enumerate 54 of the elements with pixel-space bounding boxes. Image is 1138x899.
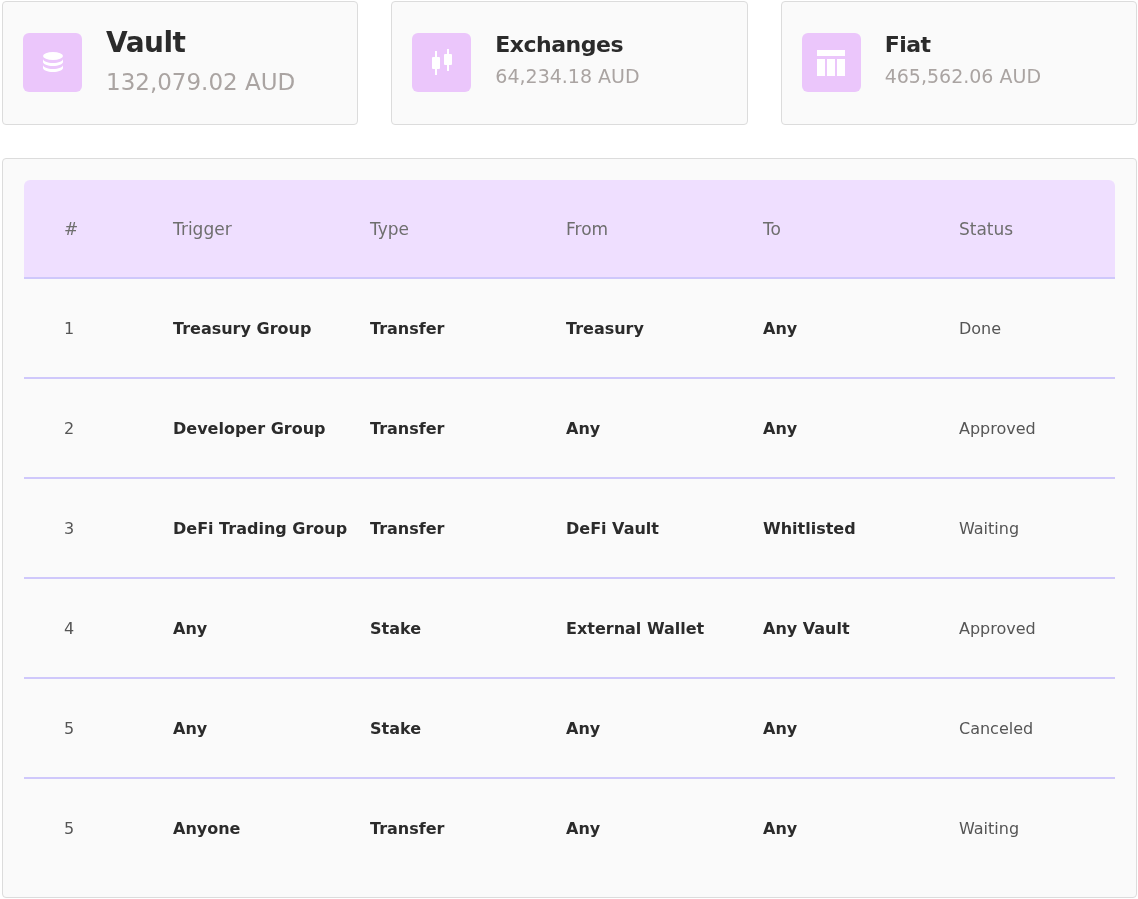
table-cell-text: Transfer bbox=[370, 418, 446, 438]
table-cell-text: 4 bbox=[63, 618, 76, 638]
column-header: To bbox=[763, 218, 782, 239]
table-cell-text: 5 bbox=[63, 718, 76, 738]
table-cell-text: Any bbox=[566, 718, 602, 738]
table-cell-text: Any bbox=[763, 318, 799, 338]
table-cell-text: Transfer bbox=[370, 818, 446, 838]
table-cell-text: Any bbox=[173, 618, 209, 638]
table-cell-text: Canceled bbox=[959, 718, 1035, 738]
table-cell-text: Any bbox=[763, 418, 799, 438]
table-cell-text: Transfer bbox=[370, 518, 446, 538]
table-cell-text: Treasury bbox=[566, 318, 645, 338]
column-header: Trigger bbox=[173, 218, 233, 239]
card-amount: 64,234.18 AUD bbox=[495, 65, 640, 87]
table-cell-text: Any bbox=[566, 418, 602, 438]
summary-card[interactable]: Exchanges 64,234.18 AUD bbox=[391, 1, 748, 125]
card-amount: 465,562.06 AUD bbox=[884, 65, 1042, 87]
column-header: From bbox=[566, 218, 610, 239]
table-cell-text: Any bbox=[173, 718, 209, 738]
card-amount: 132,079.02 AUD bbox=[106, 69, 296, 95]
table-cell-text: 3 bbox=[63, 518, 76, 538]
table-cell-text: DeFi Vault bbox=[566, 518, 660, 538]
table-cell-text: DeFi Trading Group bbox=[173, 518, 349, 538]
table-cell-text: 5 bbox=[63, 818, 76, 838]
table-cell-text: Approved bbox=[959, 418, 1037, 438]
card-title: Vault bbox=[106, 26, 187, 59]
table-cell-text: Done bbox=[959, 318, 1003, 338]
table-cell-text: Any bbox=[763, 818, 799, 838]
table-cell-text: Stake bbox=[370, 618, 423, 638]
table-cell-text: Waiting bbox=[959, 818, 1021, 838]
table-cell-text: 2 bbox=[63, 418, 76, 438]
table-cell-text: Approved bbox=[959, 618, 1037, 638]
table-cell-text: External Wallet bbox=[566, 618, 706, 638]
table-cell-text: Any Vault bbox=[763, 618, 851, 638]
coin-stack-icon bbox=[41, 50, 64, 75]
column-header: Status bbox=[959, 218, 1015, 239]
table-cell-text: Any bbox=[566, 818, 602, 838]
candlestick-icon bbox=[429, 48, 454, 77]
card-title: Fiat bbox=[884, 32, 932, 57]
table-cell-text: Developer Group bbox=[173, 418, 327, 438]
table-cell-text: Anyone bbox=[173, 818, 242, 838]
card-title: Exchanges bbox=[495, 32, 625, 57]
column-header: Type bbox=[370, 218, 411, 239]
table-cell-text: 1 bbox=[63, 318, 76, 338]
summary-card[interactable]: Vault 132,079.02 AUD bbox=[2, 1, 359, 125]
table-icon bbox=[817, 49, 846, 76]
column-header: # bbox=[63, 218, 80, 239]
table-cell-text: Treasury Group bbox=[173, 318, 313, 338]
table-cell-text: Whitlisted bbox=[763, 518, 857, 538]
table-cell-text: Any bbox=[763, 718, 799, 738]
table-cell-text: Transfer bbox=[370, 318, 446, 338]
summary-card[interactable]: Fiat 465,562.06 AUD bbox=[780, 1, 1137, 125]
table-cell-text: Waiting bbox=[959, 518, 1021, 538]
table-cell-text: Stake bbox=[370, 718, 423, 738]
